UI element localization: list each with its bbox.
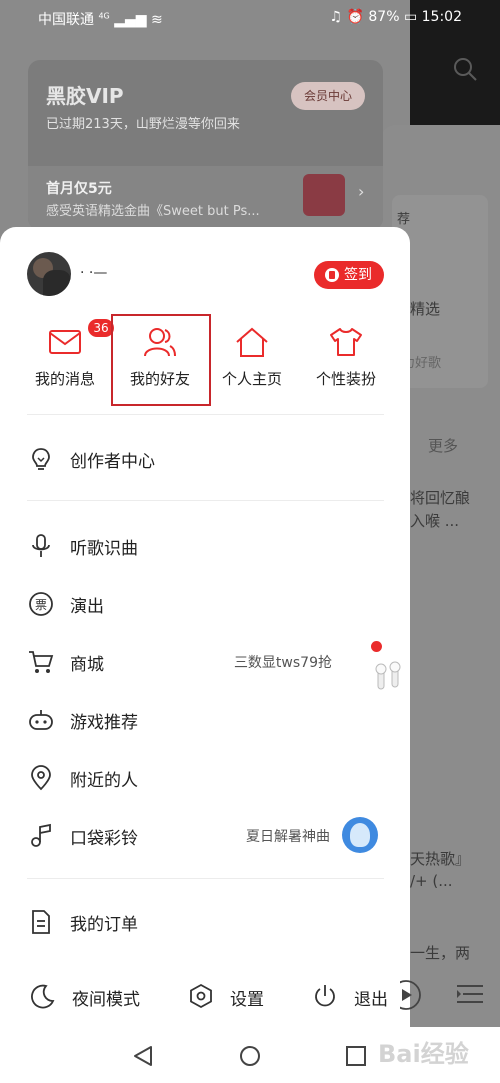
personal-home-label: 个人主页 <box>221 370 282 388</box>
signin-button[interactable]: 签到 <box>314 261 384 289</box>
order-icon <box>32 910 50 934</box>
settings-button[interactable]: 设置 <box>188 970 278 1020</box>
menu-nearby-people[interactable]: 附近的人 <box>0 751 410 803</box>
menu-game-recommend-label: 游戏推荐 <box>70 713 138 733</box>
vip-offer-title: 首月仅5元 <box>46 181 112 197</box>
mail-icon <box>49 330 81 354</box>
ticket-icon: 票 <box>29 592 53 616</box>
status-left: 中国联通 4G ▂▄▆ ≋ <box>38 9 163 29</box>
menu-pocket-ringtone[interactable]: 口袋彩铃 夏日解暑神曲 <box>0 809 410 861</box>
home-nav-icon[interactable] <box>239 1045 261 1067</box>
earbuds-icon <box>375 661 401 690</box>
tshirt-icon <box>330 328 362 356</box>
menu-song-recognition-label: 听歌识曲 <box>70 539 138 559</box>
search-icon[interactable] <box>452 56 478 82</box>
signin-label: 签到 <box>344 267 372 283</box>
status-right: ♫ ⏰ 87% ▭ 15:02 <box>329 9 462 25</box>
vip-offer-subtitle: 感受英语精选金曲《Sweet but Ps... <box>46 204 260 219</box>
ringtone-icon <box>31 823 51 847</box>
power-icon <box>315 985 335 1007</box>
theme-dressup-label: 个性装扮 <box>315 370 376 388</box>
settings-icon <box>190 983 212 1009</box>
alarm-icon: ⏰ <box>346 9 364 25</box>
logout-button[interactable]: 退出 <box>312 970 402 1020</box>
my-messages-button[interactable]: 36 我的消息 <box>15 311 115 406</box>
menu-creator-center[interactable]: 创作者中心 <box>0 432 410 484</box>
playlist-icon[interactable] <box>455 980 485 1010</box>
night-mode-button[interactable]: 夜间模式 <box>30 970 160 1020</box>
cart-icon <box>29 651 54 673</box>
background-hot-song-text-2: /+ (... <box>410 872 453 890</box>
settings-label: 设置 <box>230 990 264 1010</box>
menu-mall-label: 商城 <box>70 655 104 675</box>
menu-game-recommend[interactable]: 游戏推荐 <box>0 693 410 745</box>
network-type: 4G <box>98 11 110 21</box>
clock-time: 15:02 <box>421 9 462 25</box>
menu-shows[interactable]: 票 演出 <box>0 577 410 629</box>
menu-shows-label: 演出 <box>70 597 104 617</box>
battery-percent: 87% <box>368 9 400 25</box>
vip-offer-thumbnail <box>303 174 345 216</box>
vip-offer[interactable]: 首月仅5元 感受英语精选金曲《Sweet but Ps... › <box>28 166 383 230</box>
divider <box>27 500 384 501</box>
location-icon <box>31 765 51 791</box>
headphone-icon: ♫ <box>329 9 343 25</box>
theme-dressup-button[interactable]: 个性装扮 <box>296 311 396 406</box>
wifi-icon: ≋ <box>150 12 163 28</box>
side-drawer: · ·— 签到 36 我的消息 我的好友 个人主页 个性装扮 创作者中心 听歌识… <box>0 227 410 1027</box>
vip-center-button[interactable]: 会员中心 <box>291 82 365 110</box>
highlight-box <box>111 314 211 406</box>
background-more-link[interactable]: 更多 <box>428 435 458 456</box>
lightbulb-icon <box>32 448 50 470</box>
menu-song-recognition[interactable]: 听歌识曲 <box>0 519 410 571</box>
recents-icon[interactable] <box>345 1045 367 1067</box>
watermark: Bai经验 <box>378 1040 469 1068</box>
divider <box>27 878 384 879</box>
play-icon[interactable] <box>400 978 428 1012</box>
quick-actions: 36 我的消息 我的好友 个人主页 个性装扮 <box>0 311 410 411</box>
vip-card[interactable]: 黑胶VIP 已过期213天，山野烂漫等你回来 会员中心 首月仅5元 感受英语精选… <box>28 60 383 230</box>
ringtone-promo-text: 夏日解暑神曲 <box>246 829 330 845</box>
my-messages-label: 我的消息 <box>34 370 95 388</box>
avatar[interactable] <box>27 252 71 296</box>
vip-logo: 黑胶VIP <box>46 84 124 108</box>
moon-icon <box>31 984 55 1009</box>
menu-pocket-ringtone-label: 口袋彩铃 <box>70 829 138 849</box>
divider <box>27 414 384 415</box>
ringtone-thumbnail <box>342 817 378 853</box>
battery-icon: ▭ <box>403 9 418 25</box>
status-bar: 中国联通 4G ▂▄▆ ≋ ♫ ⏰ 87% ▭ 15:02 <box>0 0 500 34</box>
menu-my-orders[interactable]: 我的订单 <box>0 895 410 947</box>
svg-text:票: 票 <box>35 598 47 612</box>
username[interactable]: · ·— <box>80 265 190 285</box>
gamepad-icon <box>29 710 53 730</box>
night-mode-label: 夜间模式 <box>72 990 140 1010</box>
background-lyric-line-1: 将回忆酿 <box>410 489 471 507</box>
earbuds-thumbnail <box>342 641 401 690</box>
background-life-text: 一生，两 <box>410 944 471 962</box>
menu-my-orders-label: 我的订单 <box>70 915 138 935</box>
vip-expired-text: 已过期213天，山野烂漫等你回来 <box>46 117 240 132</box>
menu-mall[interactable]: 商城 三数显tws79抢 <box>0 635 410 690</box>
drawer-bottom-bar: 夜间模式 设置 退出 <box>0 970 410 1027</box>
home-icon <box>236 327 268 357</box>
background-pick-text: 精选 <box>410 300 441 318</box>
background-lyric-line-2: 入喉 ... <box>410 512 460 530</box>
mall-promo-text: 三数显tws79抢 <box>233 655 332 671</box>
menu-creator-center-label: 创作者中心 <box>70 452 155 472</box>
back-icon[interactable] <box>132 1045 154 1067</box>
chevron-right-icon: › <box>358 182 365 201</box>
background-recommend-text: 荐 <box>397 212 411 227</box>
logout-label: 退出 <box>354 990 388 1010</box>
menu-nearby-people-label: 附近的人 <box>70 771 138 791</box>
personal-home-button[interactable]: 个人主页 <box>202 311 302 406</box>
background-hot-song-text: 天热歌』 <box>410 850 471 868</box>
mic-icon <box>32 534 50 557</box>
signal-icon: ▂▄▆ <box>114 12 147 28</box>
signin-icon <box>325 268 339 282</box>
new-dot <box>371 641 382 652</box>
carrier-name: 中国联通 <box>38 12 94 28</box>
